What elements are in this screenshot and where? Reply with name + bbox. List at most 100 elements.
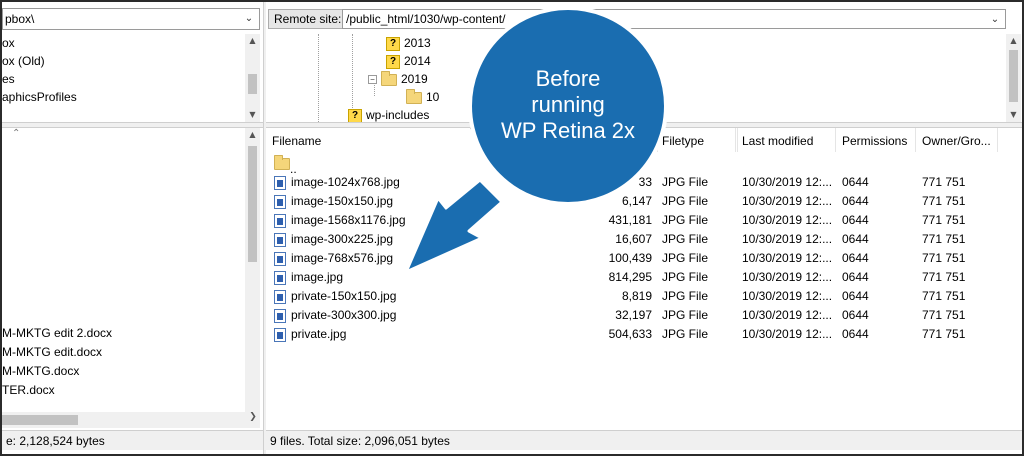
scrollbar-thumb[interactable] bbox=[248, 146, 257, 262]
remote-tree-item-2019[interactable]: − 2019 bbox=[368, 70, 428, 88]
table-row[interactable]: private-300x300.jpg 32,197 JPG File 10/30/2… bbox=[266, 306, 1008, 325]
image-file-icon bbox=[274, 194, 286, 209]
remote-file-list: .. image-1024x768.jpg 33 JPG File 10/30/201… bbox=[266, 152, 1008, 428]
remote-list-scrollbar[interactable] bbox=[1006, 128, 1021, 428]
file-name: image-150x150.jpg bbox=[291, 194, 394, 208]
file-owner: 771 751 bbox=[922, 289, 966, 303]
scroll-up-icon[interactable]: ▲ bbox=[245, 34, 260, 48]
file-size: 33 bbox=[638, 175, 652, 189]
file-modified: 10/30/2019 12:... bbox=[742, 251, 833, 265]
folder-icon bbox=[381, 70, 397, 86]
file-name-cell: image-1024x768.jpg bbox=[274, 173, 400, 192]
file-size: 6,147 bbox=[621, 194, 652, 208]
chevron-down-icon[interactable]: ⌄ bbox=[241, 11, 257, 27]
file-owner: 771 751 bbox=[922, 251, 966, 265]
scrollbar-thumb[interactable] bbox=[2, 415, 78, 425]
scrollbar-thumb[interactable] bbox=[1009, 50, 1018, 102]
local-status-bar: e: 2,128,524 bytes bbox=[2, 430, 263, 450]
folder-icon bbox=[274, 154, 290, 170]
local-tree-item[interactable]: ox bbox=[2, 34, 15, 52]
remote-status-bar: 9 files. Total size: 2,096,051 bytes bbox=[266, 430, 1022, 450]
table-row[interactable]: image-1568x1176.jpg 431,181 JPG File 10/30/… bbox=[266, 211, 1008, 230]
local-file-item[interactable]: M-MKTG edit 2.docx bbox=[2, 324, 112, 343]
local-tree-scrollbar[interactable]: ▲ ▼ bbox=[245, 34, 260, 122]
local-file-item[interactable]: M-MKTG edit.docx bbox=[2, 343, 102, 362]
file-size: 431,181 bbox=[608, 213, 652, 227]
file-type: JPG File bbox=[662, 270, 709, 284]
file-type: JPG File bbox=[662, 327, 709, 341]
tree-item-label: 2013 bbox=[404, 36, 431, 50]
local-list-hscrollbar[interactable]: ❯ bbox=[2, 412, 260, 428]
file-size: 100,439 bbox=[608, 251, 652, 265]
file-name: image-768x576.jpg bbox=[291, 251, 394, 265]
scroll-up-icon[interactable]: ▲ bbox=[245, 128, 260, 142]
column-owner-group[interactable]: Owner/Gro... bbox=[916, 128, 998, 154]
chevron-down-icon[interactable]: ⌄ bbox=[987, 12, 1003, 28]
sort-up-icon: ⌃ bbox=[468, 126, 477, 137]
local-tree-item[interactable]: es bbox=[2, 70, 15, 88]
table-row[interactable]: image.jpg 814,295 JPG File 10/30/2019 12:..… bbox=[266, 268, 1008, 287]
local-file-list: ⌃ M-MKTG edit 2.docx M-MKTG edit.docx M-… bbox=[2, 128, 260, 428]
file-name: private-300x300.jpg bbox=[291, 308, 397, 322]
file-type: JPG File bbox=[662, 175, 709, 189]
file-type: JPG File bbox=[662, 194, 709, 208]
table-row[interactable]: image-150x150.jpg 6,147 JPG File 10/30/2019… bbox=[266, 192, 1008, 211]
table-row[interactable]: image-300x225.jpg 16,607 JPG File 10/30/201… bbox=[266, 230, 1008, 249]
file-modified: 10/30/2019 12:... bbox=[742, 327, 833, 341]
file-name: image.jpg bbox=[291, 270, 344, 284]
scroll-down-icon[interactable]: ▼ bbox=[1006, 108, 1021, 122]
column-last-modified[interactable]: Last modified bbox=[736, 128, 836, 154]
remote-path-input[interactable]: /public_html/1030/wp-content/ ⌄ bbox=[342, 9, 1006, 29]
file-permissions: 0644 bbox=[842, 270, 869, 284]
file-modified: 10/30/2019 12:... bbox=[742, 289, 833, 303]
local-path-dropdown[interactable]: pbox\ ⌄ bbox=[2, 8, 260, 30]
remote-path-text: /public_html/1030/wp-content/ bbox=[346, 12, 506, 26]
file-name: private-150x150.jpg bbox=[291, 289, 397, 303]
file-permissions: 0644 bbox=[842, 175, 869, 189]
image-file-icon bbox=[274, 251, 286, 266]
remote-tree-item-2013[interactable]: ? 2013 bbox=[386, 34, 431, 52]
scroll-up-icon[interactable]: ▲ bbox=[1006, 34, 1021, 48]
local-tree-item[interactable]: aphicsProfiles bbox=[2, 88, 77, 106]
image-file-icon bbox=[274, 232, 286, 247]
file-name: image-1024x768.jpg bbox=[291, 175, 400, 189]
table-row[interactable]: private-150x150.jpg 8,819 JPG File 10/30/20… bbox=[266, 287, 1008, 306]
sort-up-icon: ⌃ bbox=[12, 128, 21, 139]
callout-line: Before bbox=[535, 66, 601, 91]
local-list-scrollbar[interactable]: ▲ bbox=[245, 128, 260, 412]
file-permissions: 0644 bbox=[842, 213, 869, 227]
file-owner: 771 751 bbox=[922, 308, 966, 322]
file-owner: 771 751 bbox=[922, 327, 966, 341]
column-permissions[interactable]: Permissions bbox=[836, 128, 916, 154]
image-file-icon bbox=[274, 327, 286, 342]
file-name-cell: private-150x150.jpg bbox=[274, 287, 396, 306]
local-tree-item[interactable]: ox (Old) bbox=[2, 52, 45, 70]
scrollbar-thumb[interactable] bbox=[248, 74, 257, 94]
table-row-parent[interactable]: .. bbox=[266, 154, 1008, 176]
remote-tree-scrollbar[interactable]: ▲ ▼ bbox=[1006, 34, 1021, 122]
file-name: image-1568x1176.jpg bbox=[291, 213, 406, 227]
file-modified: 10/30/2019 12:... bbox=[742, 213, 833, 227]
table-row[interactable]: image-1024x768.jpg 33 JPG File 10/30/2019 1… bbox=[266, 173, 1008, 192]
callout-line: running bbox=[531, 92, 605, 117]
callout-line: WP Retina 2x bbox=[500, 118, 636, 143]
column-filetype[interactable]: Filetype bbox=[656, 128, 736, 154]
image-file-icon bbox=[274, 270, 286, 285]
file-owner: 771 751 bbox=[922, 175, 966, 189]
scroll-right-icon[interactable]: ❯ bbox=[246, 412, 260, 428]
question-folder-icon: ? bbox=[386, 36, 400, 51]
table-row[interactable]: private.jpg 504,633 JPG File 10/30/2019 12:… bbox=[266, 325, 1008, 344]
remote-tree-item-10[interactable]: 10 bbox=[406, 88, 439, 106]
local-path-text: pbox\ bbox=[5, 12, 35, 26]
table-row[interactable]: image-768x576.jpg 100,439 JPG File 10/30/20… bbox=[266, 249, 1008, 268]
file-permissions: 0644 bbox=[842, 251, 869, 265]
local-file-item[interactable]: M-MKTG.docx bbox=[2, 362, 79, 381]
local-file-item[interactable]: TER.docx bbox=[2, 381, 55, 400]
file-modified: 10/30/2019 12:... bbox=[742, 270, 833, 284]
collapse-toggle-icon[interactable]: − bbox=[368, 75, 377, 85]
file-permissions: 0644 bbox=[842, 194, 869, 208]
scroll-down-icon[interactable]: ▼ bbox=[245, 108, 260, 122]
file-owner: 771 751 bbox=[922, 213, 966, 227]
remote-tree-item-2014[interactable]: ? 2014 bbox=[386, 52, 431, 70]
question-folder-icon: ? bbox=[348, 108, 362, 123]
